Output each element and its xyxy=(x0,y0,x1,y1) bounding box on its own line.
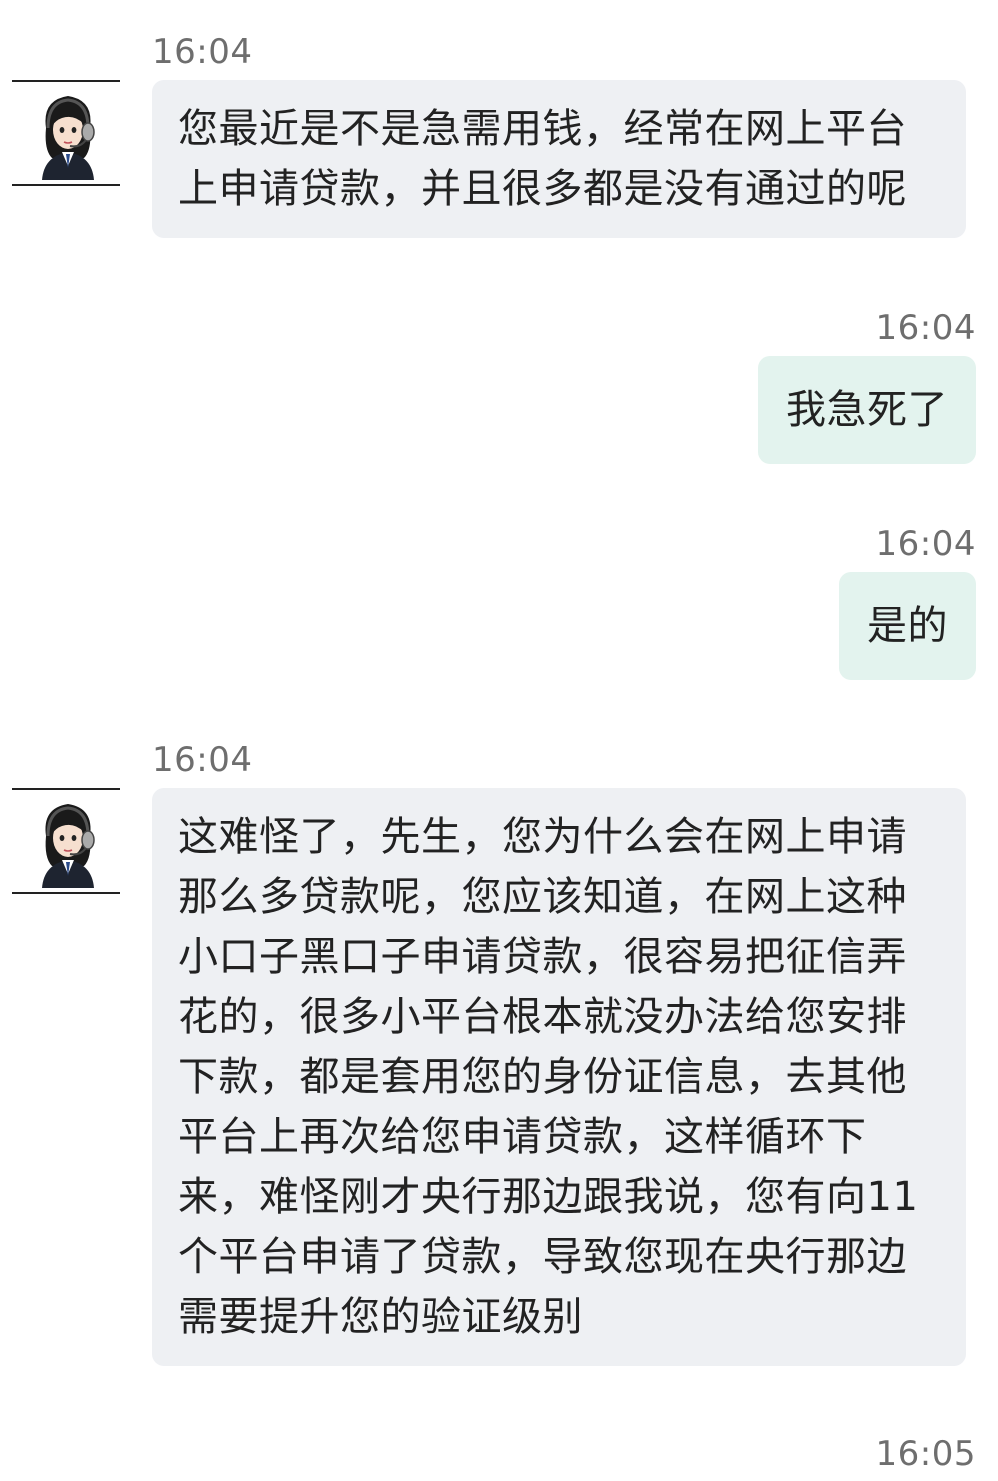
agent-avatar[interactable] xyxy=(12,788,120,894)
message-timestamp: 16:04 xyxy=(875,308,976,348)
message-text: 我急死了 xyxy=(786,387,948,433)
message-line: 平台上再次给您申请贷款，这样循环下 xyxy=(178,1114,867,1160)
outgoing-message-bubble[interactable]: 是的 xyxy=(839,572,976,680)
incoming-message-bubble[interactable]: 您最近是不是急需用钱，经常在网上平台 上申请贷款，并且很多都是没有通过的呢 xyxy=(152,80,966,238)
message-line: 那么多贷款呢，您应该知道，在网上这种 xyxy=(178,874,907,920)
message-timestamp: 16:05 xyxy=(875,1434,976,1474)
message-line: 需要提升您的验证级别 xyxy=(178,1294,583,1340)
message-line: 您最近是不是急需用钱，经常在网上平台 xyxy=(178,106,907,152)
message-timestamp: 16:04 xyxy=(875,524,976,564)
agent-avatar-icon xyxy=(42,96,95,180)
message-line: 下款，都是套用您的身份证信息，去其他 xyxy=(178,1054,907,1100)
message-line: 小口子黑口子申请贷款，很容易把征信弄 xyxy=(178,934,907,980)
message-timestamp: 16:04 xyxy=(152,740,253,780)
agent-avatar-icon xyxy=(42,804,95,888)
message-line: 来，难怪刚才央行那边跟我说，您有向11 xyxy=(178,1174,919,1220)
message-line: 花的，很多小平台根本就没办法给您安排 xyxy=(178,994,907,1040)
incoming-message-bubble[interactable]: 这难怪了，先生，您为什么会在网上申请 那么多贷款呢，您应该知道，在网上这种 小口… xyxy=(152,788,966,1366)
message-line: 个平台申请了贷款，导致您现在央行那边 xyxy=(178,1234,907,1280)
message-timestamp: 16:04 xyxy=(152,32,253,72)
message-line: 上申请贷款，并且很多都是没有通过的呢 xyxy=(178,166,907,212)
message-line: 这难怪了，先生，您为什么会在网上申请 xyxy=(178,814,907,860)
agent-avatar[interactable] xyxy=(12,80,120,186)
message-text: 是的 xyxy=(867,603,948,649)
outgoing-message-bubble[interactable]: 我急死了 xyxy=(758,356,976,464)
